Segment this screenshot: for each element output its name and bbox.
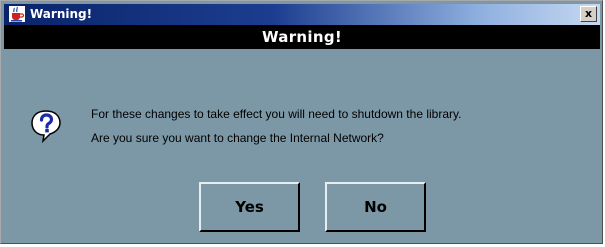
message-line-2: Are you sure you want to change the Inte… [91,131,384,145]
close-button[interactable]: x [580,6,597,22]
yes-button[interactable]: Yes [199,182,300,232]
warning-banner: Warning! [4,25,600,49]
warning-dialog: Warning! x Warning! For these changes to… [0,0,603,244]
question-icon [31,110,61,143]
title-bar[interactable]: Warning! x [4,4,600,25]
banner-title: Warning! [261,28,342,46]
no-button[interactable]: No [325,182,426,232]
java-cup-icon [9,6,25,22]
message-line-1: For these changes to take effect you wil… [91,107,462,121]
window-title: Warning! [30,7,93,21]
message-text: For these changes to take effect you wil… [91,102,461,150]
